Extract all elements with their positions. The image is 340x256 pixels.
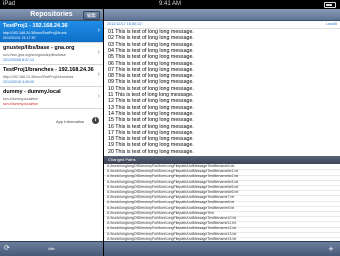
log-message-line: 19 This is test of long long message. bbox=[108, 142, 194, 149]
repository-name: TestProj1 - 192.168.24.36 bbox=[3, 23, 68, 29]
changed-paths-title: Changed Paths bbox=[108, 157, 136, 162]
add-icon[interactable]: + bbox=[327, 245, 335, 254]
log-message-line: 06 This is test of long long message. bbox=[108, 60, 194, 67]
repository-row[interactable]: TestProj1/branches - 192.168.24.36 http:/… bbox=[0, 65, 103, 87]
repository-date: 2012/03/06 8:47:13 bbox=[3, 58, 34, 62]
chevron-right-icon: › bbox=[97, 93, 100, 100]
log-message-line: 16 This is test of long long message. bbox=[108, 123, 194, 130]
log-message-line: 07 This is test of long long message. bbox=[108, 66, 194, 73]
log-revision[interactable]: Low45 bbox=[326, 22, 337, 26]
log-message-line: 18 This is test of long long message. bbox=[108, 136, 194, 143]
log-message-line: 02 This is test of long long message. bbox=[108, 35, 194, 42]
log-message-line: 05 This is test of long long message. bbox=[108, 54, 194, 61]
repository-name: gnustep/libs/base - gna.org bbox=[3, 45, 75, 51]
repository-url: http://192.168.24.36/svn/TestProj1/branc… bbox=[3, 75, 74, 79]
log-message-line: 04 This is test of long long message. bbox=[108, 47, 194, 54]
repository-url: http://192.168.24.36/svn/TestProj1/trunk bbox=[3, 31, 67, 35]
repositories-panel: Repositories 編集 TestProj1 - 192.168.24.3… bbox=[0, 9, 103, 256]
log-message-line: 13 This is test of long long message. bbox=[108, 104, 194, 111]
log-message-line: 11 This is test of long long message. bbox=[108, 92, 194, 98]
clock: 9:41 AM bbox=[158, 1, 181, 7]
log-message-line: 20 This is test of long long message. bbox=[108, 148, 194, 155]
repository-url: svn://svn.gna.org/svn/gnustep/libs/base bbox=[3, 53, 66, 57]
repository-name: TestProj1/branches - 192.168.24.36 bbox=[3, 67, 94, 73]
log-message-line: 15 This is test of long long message. bbox=[108, 117, 194, 124]
log-entry-header: 2011/12/17 15:50:22 Low45 bbox=[104, 21, 340, 29]
log-message: 01 This is test of long long message. 02 … bbox=[104, 29, 340, 164]
repository-row[interactable]: dummy - dummy.local svn://dummy.local/svn… bbox=[0, 87, 103, 109]
log-message-line: 17 This is test of long long message. bbox=[108, 129, 194, 136]
status-bar: iPad 9:41 AM bbox=[0, 0, 340, 9]
info-icon[interactable]: i bbox=[92, 117, 99, 124]
edit-button[interactable]: 編集 bbox=[83, 11, 100, 20]
repository-date: svn://dummy.local/svn bbox=[3, 102, 39, 106]
chevron-right-icon: › bbox=[97, 71, 100, 78]
repository-date: 2012/03/18 3:45:05 bbox=[3, 80, 34, 84]
repository-date: 2012/01/11 21:17:57 bbox=[3, 36, 36, 40]
log-message-line: 08 This is test of long long message. bbox=[108, 73, 194, 80]
repositories-nav-bar: Repositories 編集 bbox=[0, 9, 103, 21]
changed-paths-list: A /trunk/longlongOfDirectoryForMoreLongF… bbox=[104, 164, 340, 241]
repository-row[interactable]: gnustep/libs/base - gna.org svn://svn.gna… bbox=[0, 43, 103, 65]
log-message-line: 09 This is test of long long message. bbox=[108, 79, 194, 86]
log-message-line: 10 This is test of long long message. bbox=[108, 85, 194, 92]
log-message-line: 01 This is test of long long message. bbox=[108, 29, 194, 35]
log-message-line: 03 This is test of long long message. bbox=[108, 41, 194, 48]
chevron-right-icon: › bbox=[97, 49, 100, 56]
detail-nav-bar bbox=[104, 9, 340, 21]
log-detail-panel: 2011/12/17 15:50:22 Low45 01 This is tes… bbox=[104, 9, 340, 256]
log-message-line: 12 This is test of long long message. bbox=[108, 98, 194, 105]
repositories-toolbar: ⟳ idle bbox=[0, 241, 103, 256]
log-message-line: 14 This is test of long long message. bbox=[108, 110, 194, 117]
battery-icon bbox=[324, 2, 336, 8]
changed-paths-header: Changed Paths bbox=[104, 156, 340, 164]
repository-url: svn://dummy.local/svn bbox=[3, 97, 39, 101]
log-timestamp: 2011/12/17 15:50:22 bbox=[107, 22, 142, 26]
repository-name: dummy - dummy.local bbox=[3, 89, 61, 95]
chevron-right-icon: › bbox=[97, 27, 100, 34]
repository-row[interactable]: TestProj1 - 192.168.24.36 http://192.168.… bbox=[0, 21, 103, 43]
detail-toolbar: + bbox=[104, 241, 340, 256]
status-label: idle bbox=[48, 246, 55, 251]
app-information-label[interactable]: App Information bbox=[56, 119, 84, 124]
